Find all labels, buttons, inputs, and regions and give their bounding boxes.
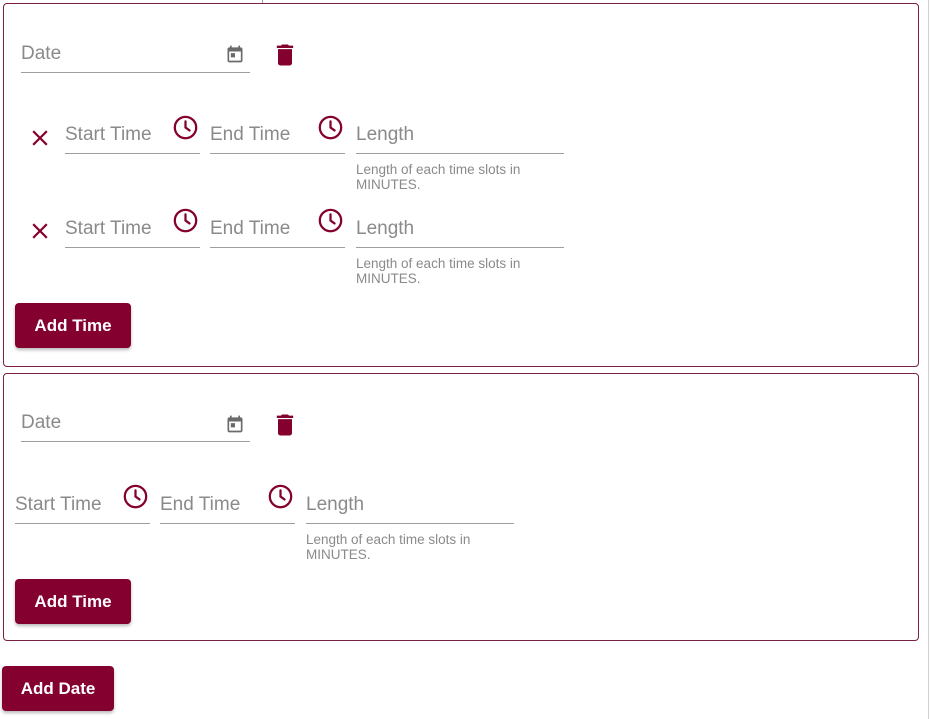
end-time-placeholder: End Time xyxy=(210,124,291,145)
end-time-placeholder: End Time xyxy=(210,218,291,239)
length-input[interactable]: Length xyxy=(356,209,564,248)
date-placeholder: Date xyxy=(21,43,62,64)
close-icon[interactable] xyxy=(27,218,53,244)
trash-icon[interactable] xyxy=(271,41,299,69)
length-placeholder: Length xyxy=(306,494,365,515)
add-date-button[interactable]: Add Date xyxy=(2,666,114,711)
add-time-button[interactable]: Add Time xyxy=(15,579,131,624)
start-time-placeholder: Start Time xyxy=(65,218,152,239)
date-placeholder: Date xyxy=(21,412,62,433)
clock-icon[interactable] xyxy=(267,483,294,510)
add-time-button[interactable]: Add Time xyxy=(15,303,131,348)
length-placeholder: Length xyxy=(356,124,415,145)
date-input[interactable]: Date xyxy=(21,405,250,442)
scroll-edge xyxy=(928,0,929,719)
length-input[interactable]: Length xyxy=(356,116,564,154)
calendar-icon[interactable] xyxy=(225,414,245,434)
clock-icon[interactable] xyxy=(317,207,344,234)
clock-icon[interactable] xyxy=(172,207,199,234)
clock-icon[interactable] xyxy=(317,114,344,141)
length-hint: Length of each time slots in MINUTES. xyxy=(356,162,521,192)
start-time-placeholder: Start Time xyxy=(15,494,102,515)
end-time-placeholder: End Time xyxy=(160,494,241,515)
trash-icon[interactable] xyxy=(271,411,299,439)
clock-icon[interactable] xyxy=(172,114,199,141)
clock-icon[interactable] xyxy=(122,483,149,510)
date-input[interactable]: Date xyxy=(21,36,250,73)
length-input[interactable]: Length xyxy=(306,485,514,524)
length-placeholder: Length xyxy=(356,218,415,239)
length-hint: Length of each time slots in MINUTES. xyxy=(356,256,521,286)
length-hint: Length of each time slots in MINUTES. xyxy=(306,532,471,562)
start-time-placeholder: Start Time xyxy=(65,124,152,145)
close-icon[interactable] xyxy=(27,125,53,151)
calendar-icon[interactable] xyxy=(225,44,245,64)
